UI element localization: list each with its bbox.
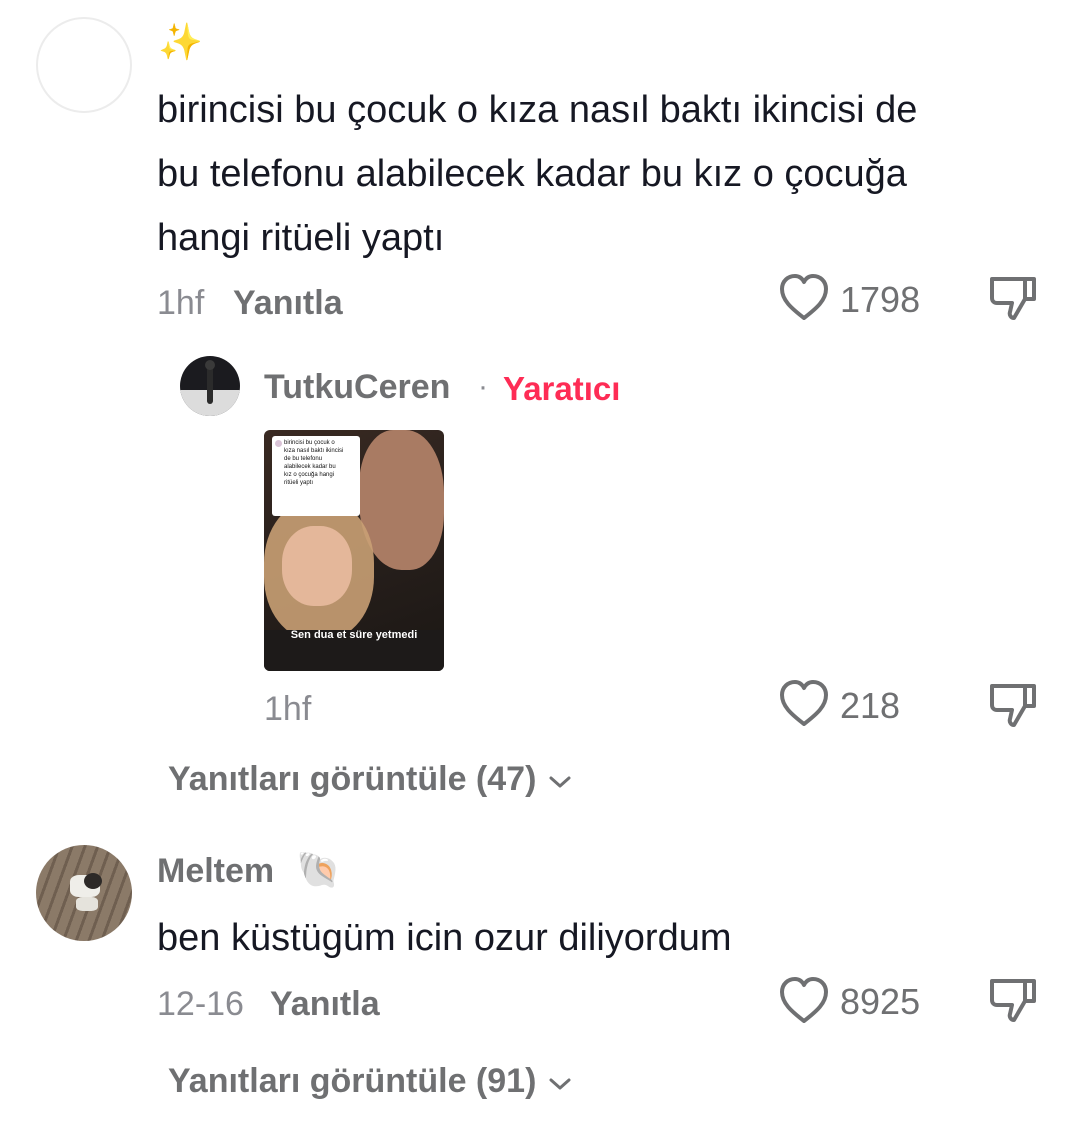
heart-outline-icon[interactable] xyxy=(778,678,830,728)
video-caption: Sen dua et süre yetmedi xyxy=(290,629,418,641)
separator: · xyxy=(478,370,488,403)
username-emoji: ✨ xyxy=(158,21,203,62)
view-replies-button[interactable]: Yanıtları görüntüle (91) xyxy=(168,1062,572,1101)
like-count: 1798 xyxy=(840,279,921,320)
timestamp: 1hf xyxy=(157,284,205,322)
like-count: 8925 xyxy=(840,981,921,1022)
avatar[interactable] xyxy=(180,356,240,416)
thumbs-down-icon[interactable] xyxy=(988,680,1038,730)
avatar[interactable] xyxy=(36,17,132,113)
creator-username[interactable]: TutkuCeren xyxy=(264,368,450,407)
thumbs-down-icon[interactable] xyxy=(988,273,1038,323)
view-replies-label: Yanıtları görüntüle (47) xyxy=(168,760,537,798)
view-replies-button[interactable]: Yanıtları görüntüle (47) xyxy=(168,760,572,799)
comment-username[interactable]: Meltem xyxy=(157,852,274,891)
chevron-down-icon xyxy=(548,1062,572,1101)
reply-button[interactable]: Yanıtla xyxy=(270,985,380,1024)
like-count: 218 xyxy=(840,685,901,726)
comment-text: birincisi bu çocuk o kıza nasıl baktı ik… xyxy=(157,78,1057,270)
creator-badge: Yaratıcı xyxy=(503,370,621,407)
heart-outline-icon[interactable] xyxy=(778,272,830,322)
timestamp: 1hf xyxy=(264,690,312,728)
comment-text-line: birincisi bu çocuk o kıza nasıl baktı ik… xyxy=(157,89,918,131)
video-thumbnail[interactable]: birincisi bu çocuk o kıza nasıl baktı ik… xyxy=(264,430,444,671)
username-emoji: 🐚 xyxy=(296,849,341,890)
thumbs-down-icon[interactable] xyxy=(988,975,1038,1025)
avatar[interactable] xyxy=(36,845,132,941)
heart-outline-icon[interactable] xyxy=(778,975,830,1025)
video-quote: birincisi bu çocuk o kıza nasıl baktı ik… xyxy=(272,436,360,516)
timestamp: 12-16 xyxy=(157,985,244,1023)
view-replies-label: Yanıtları görüntüle (91) xyxy=(168,1062,537,1100)
chevron-down-icon xyxy=(548,760,572,799)
comment-text-line: bu telefonu alabilecek kadar bu kız o ço… xyxy=(157,153,907,195)
comment-text-line: hangi ritüeli yaptı xyxy=(157,217,445,259)
reply-button[interactable]: Yanıtla xyxy=(233,284,343,323)
comment-text: ben küstügüm icin ozur diliyordum xyxy=(157,917,732,959)
